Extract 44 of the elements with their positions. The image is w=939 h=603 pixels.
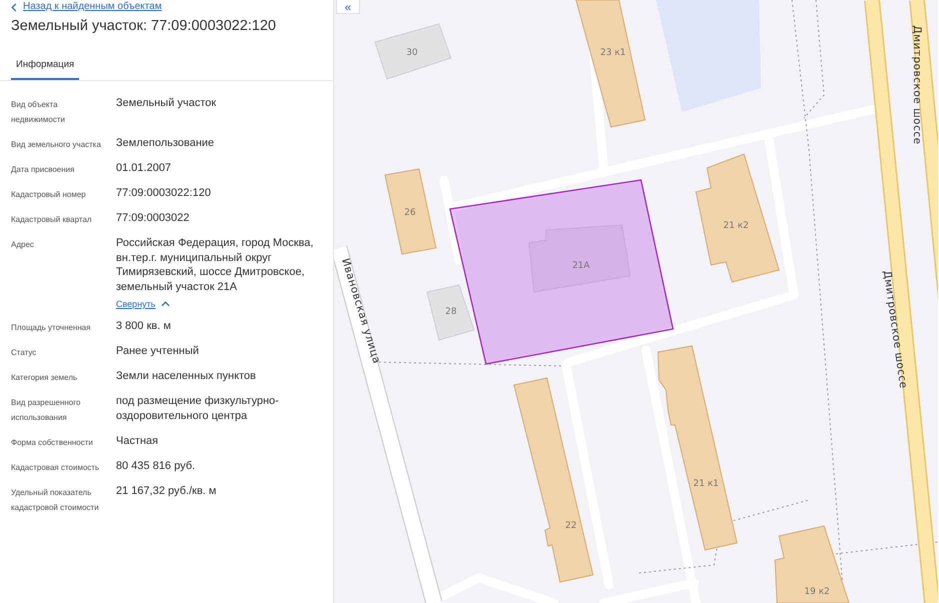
- field-value: 01.01.2007: [116, 161, 172, 176]
- building-number: 22: [565, 521, 577, 531]
- field-label: Адрес: [11, 239, 35, 251]
- field-label: Кадастровый квартал: [11, 214, 93, 226]
- field-value: 80 435 816 руб.: [116, 459, 196, 474]
- field-value: 3 800 кв. м: [116, 319, 171, 334]
- field-value: Землепользование: [116, 136, 214, 150]
- building-number: 19 к2: [804, 587, 830, 597]
- chevron-left-icon: [11, 2, 17, 12]
- field-label: Вид разрешенного использования: [11, 397, 82, 424]
- field-label: Форма собственности: [11, 437, 94, 449]
- page-title: Земельный участок: 77:09:0003022:120: [11, 17, 277, 36]
- info-tab[interactable]: Информация: [11, 53, 80, 80]
- field-value: Ранее учтенный: [116, 344, 199, 358]
- field-label: Удельный показатель кадастровой стоимости: [11, 487, 100, 514]
- building-number: 28: [445, 307, 457, 317]
- field-value: 77:09:0003022: [116, 211, 190, 226]
- field-value: Земли населенных пунктов: [116, 369, 256, 384]
- field-label: Кадастровая стоимость: [11, 462, 100, 474]
- field-label: Площадь уточненная: [11, 322, 92, 334]
- building-number: 21 к2: [723, 221, 749, 231]
- field-value: 77:09:0003022:120: [116, 186, 211, 200]
- building-number: 30: [406, 48, 418, 58]
- field-value: Земельный участок: [116, 96, 216, 110]
- field-value: Российская Федерация, город Москва, вн.тер.г. муниципальный округ Тимирязевский, шоссе Дмитровское, земельный участок 21А: [116, 236, 314, 294]
- collapse-button[interactable]: «: [336, 0, 360, 14]
- building-number: 26: [404, 208, 416, 218]
- building-number: 21 к1: [693, 479, 719, 489]
- street-name: Дмитровское шоссе: [911, 25, 923, 145]
- field-label: Вид объекта недвижимости: [11, 99, 66, 126]
- building-number: 23 к1: [600, 48, 626, 58]
- collapse-link[interactable]: Свернуть: [116, 298, 170, 310]
- field-label: Вид земельного участка: [11, 139, 102, 151]
- field-label: Статус: [11, 347, 38, 359]
- back-link[interactable]: Назад к найденным объектам: [23, 1, 162, 13]
- field-label: Категория земель: [11, 372, 78, 384]
- field-value: под размещение физкультурно-оздоровительного центра: [116, 394, 280, 423]
- field-value: Частная: [116, 434, 158, 448]
- chevron-icon: [161, 301, 170, 307]
- field-label: Дата присвоения: [11, 164, 76, 176]
- building-shape: [426, 284, 475, 341]
- building-number: 21А: [572, 261, 590, 271]
- field-label: Кадастровый номер: [11, 189, 87, 201]
- field-value: 21 167,32 руб./кв. м: [116, 484, 216, 498]
